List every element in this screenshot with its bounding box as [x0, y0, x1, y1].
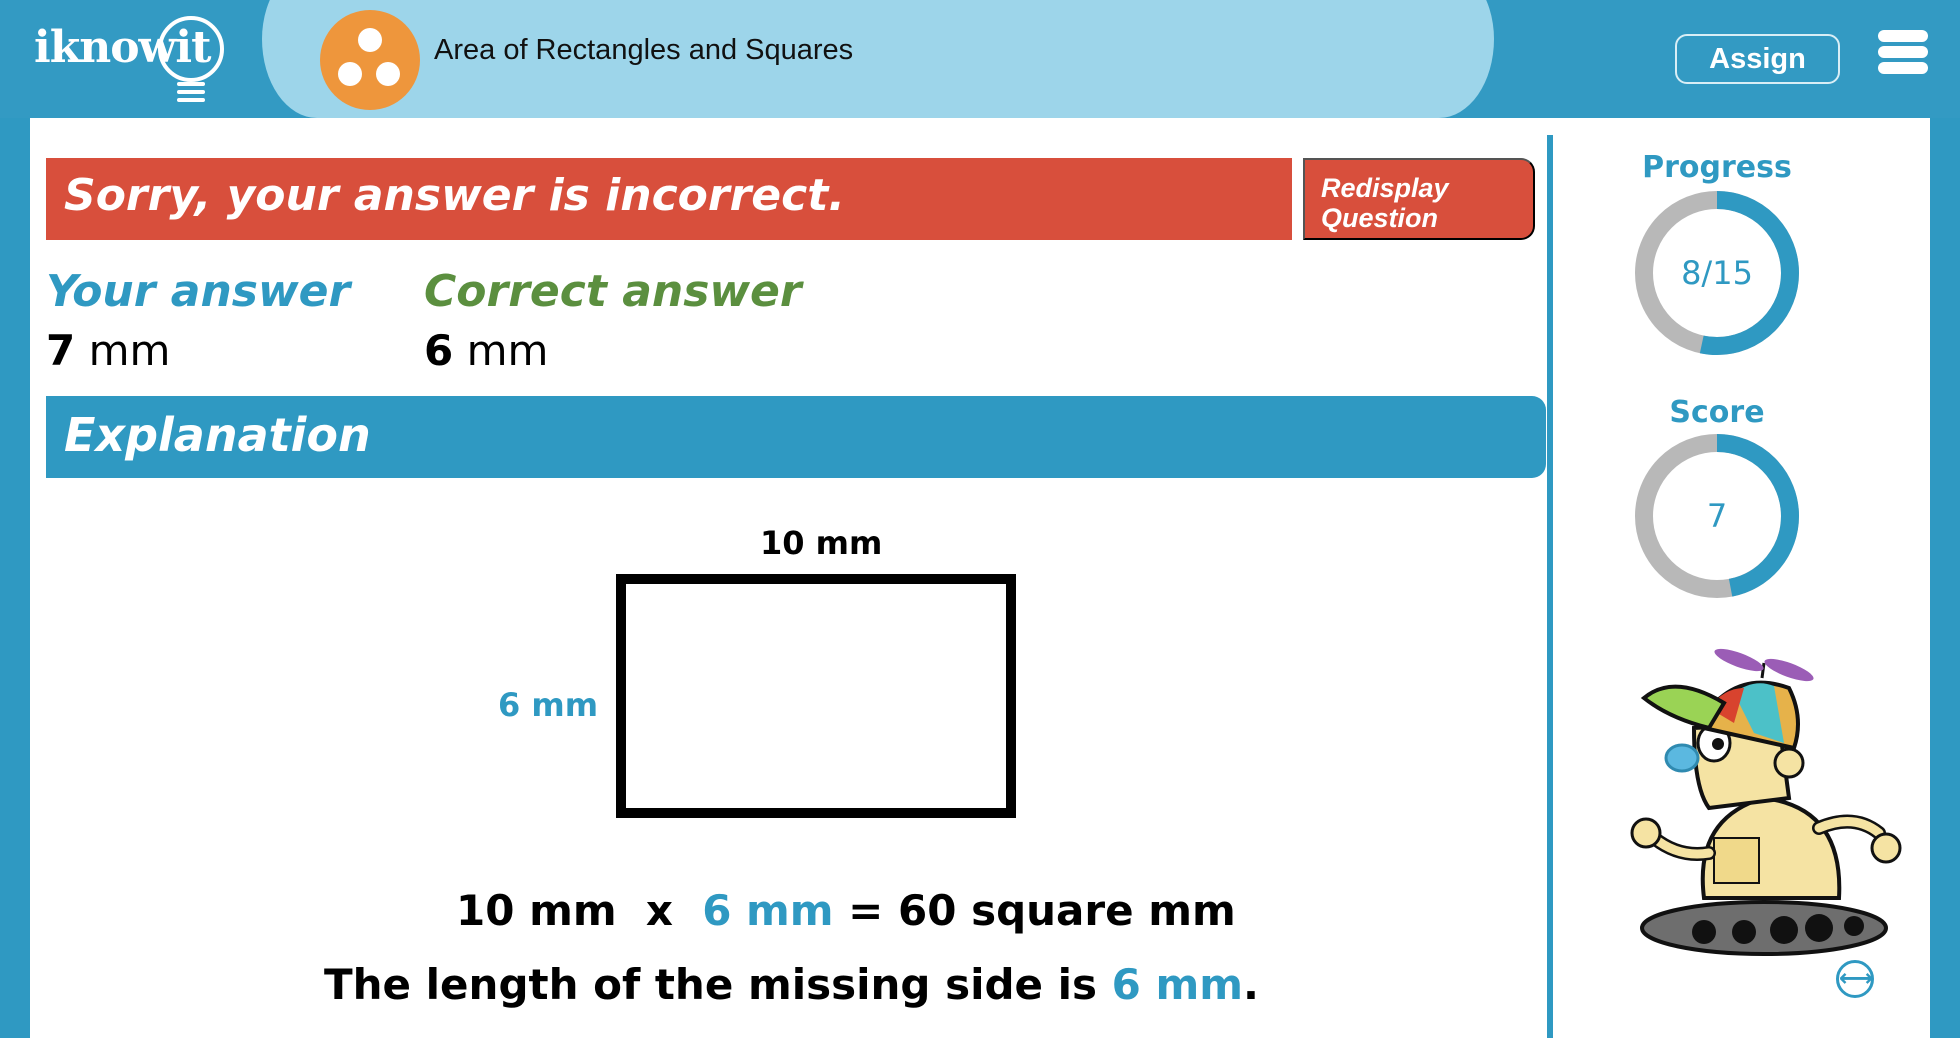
equation-highlight: 6 mm: [702, 886, 834, 935]
conclusion-text: The length of the missing side is 6 mm.: [324, 960, 1259, 1009]
topic-icon-dot: [338, 62, 362, 86]
your-answer-unit: mm: [75, 326, 171, 375]
your-answer-number: 7: [46, 326, 76, 375]
correct-answer-value: 6 mm: [424, 326, 548, 375]
conclusion-part1: The length of the missing side is: [324, 960, 1112, 1009]
conclusion-highlight: 6 mm: [1111, 960, 1244, 1009]
area-equation: 10 mm x 6 mm = 60 square mm: [456, 886, 1236, 935]
redisplay-label-line2: Question: [1321, 203, 1439, 233]
topic-icon-dot: [358, 28, 382, 52]
redisplay-label-line1: Redisplay: [1321, 173, 1449, 203]
incorrect-banner: Sorry, your answer is incorrect.: [46, 158, 1292, 240]
sidebar-divider: [1547, 135, 1553, 1038]
header-bar: iknowit Area of Rectangles and Squares A…: [0, 0, 1960, 118]
hamburger-menu-icon[interactable]: [1878, 30, 1928, 76]
score-value: 7: [1706, 497, 1728, 535]
rectangle-side-label: 6 mm: [498, 686, 599, 724]
topic-icon: [320, 10, 420, 110]
swap-arrows-icon[interactable]: ⟷: [1836, 960, 1874, 998]
robot-mascot: [1614, 648, 1914, 968]
incorrect-message: Sorry, your answer is incorrect.: [64, 170, 845, 221]
progress-ring: 8/15: [1634, 190, 1800, 356]
your-answer-value: 7 mm: [46, 326, 170, 375]
your-answer-label: Your answer: [46, 266, 351, 317]
progress-label: Progress: [1642, 150, 1792, 185]
progress-value: 8/15: [1681, 254, 1753, 292]
assign-button[interactable]: Assign: [1675, 34, 1840, 84]
correct-answer-number: 6: [424, 326, 454, 375]
explanation-title: Explanation: [64, 408, 371, 462]
iknowit-logo[interactable]: iknowit: [34, 16, 234, 102]
equation-part2: = 60 square mm: [833, 886, 1236, 935]
conclusion-part2: .: [1243, 960, 1260, 1009]
redisplay-question-button[interactable]: Redisplay Question: [1303, 158, 1535, 240]
score-ring: 7: [1634, 433, 1800, 599]
explanation-header: Explanation: [46, 396, 1546, 478]
rectangle-diagram: [616, 574, 1016, 818]
rectangle-top-label: 10 mm: [760, 524, 883, 562]
topic-title: Area of Rectangles and Squares: [434, 34, 854, 66]
equation-part1: 10 mm x: [456, 886, 703, 935]
correct-answer-label: Correct answer: [424, 266, 802, 317]
lightbulb-icon: [158, 16, 224, 82]
correct-answer-unit: mm: [453, 326, 549, 375]
topic-icon-dot: [376, 62, 400, 86]
score-label: Score: [1669, 395, 1765, 430]
lightbulb-base-icon: [177, 82, 205, 106]
